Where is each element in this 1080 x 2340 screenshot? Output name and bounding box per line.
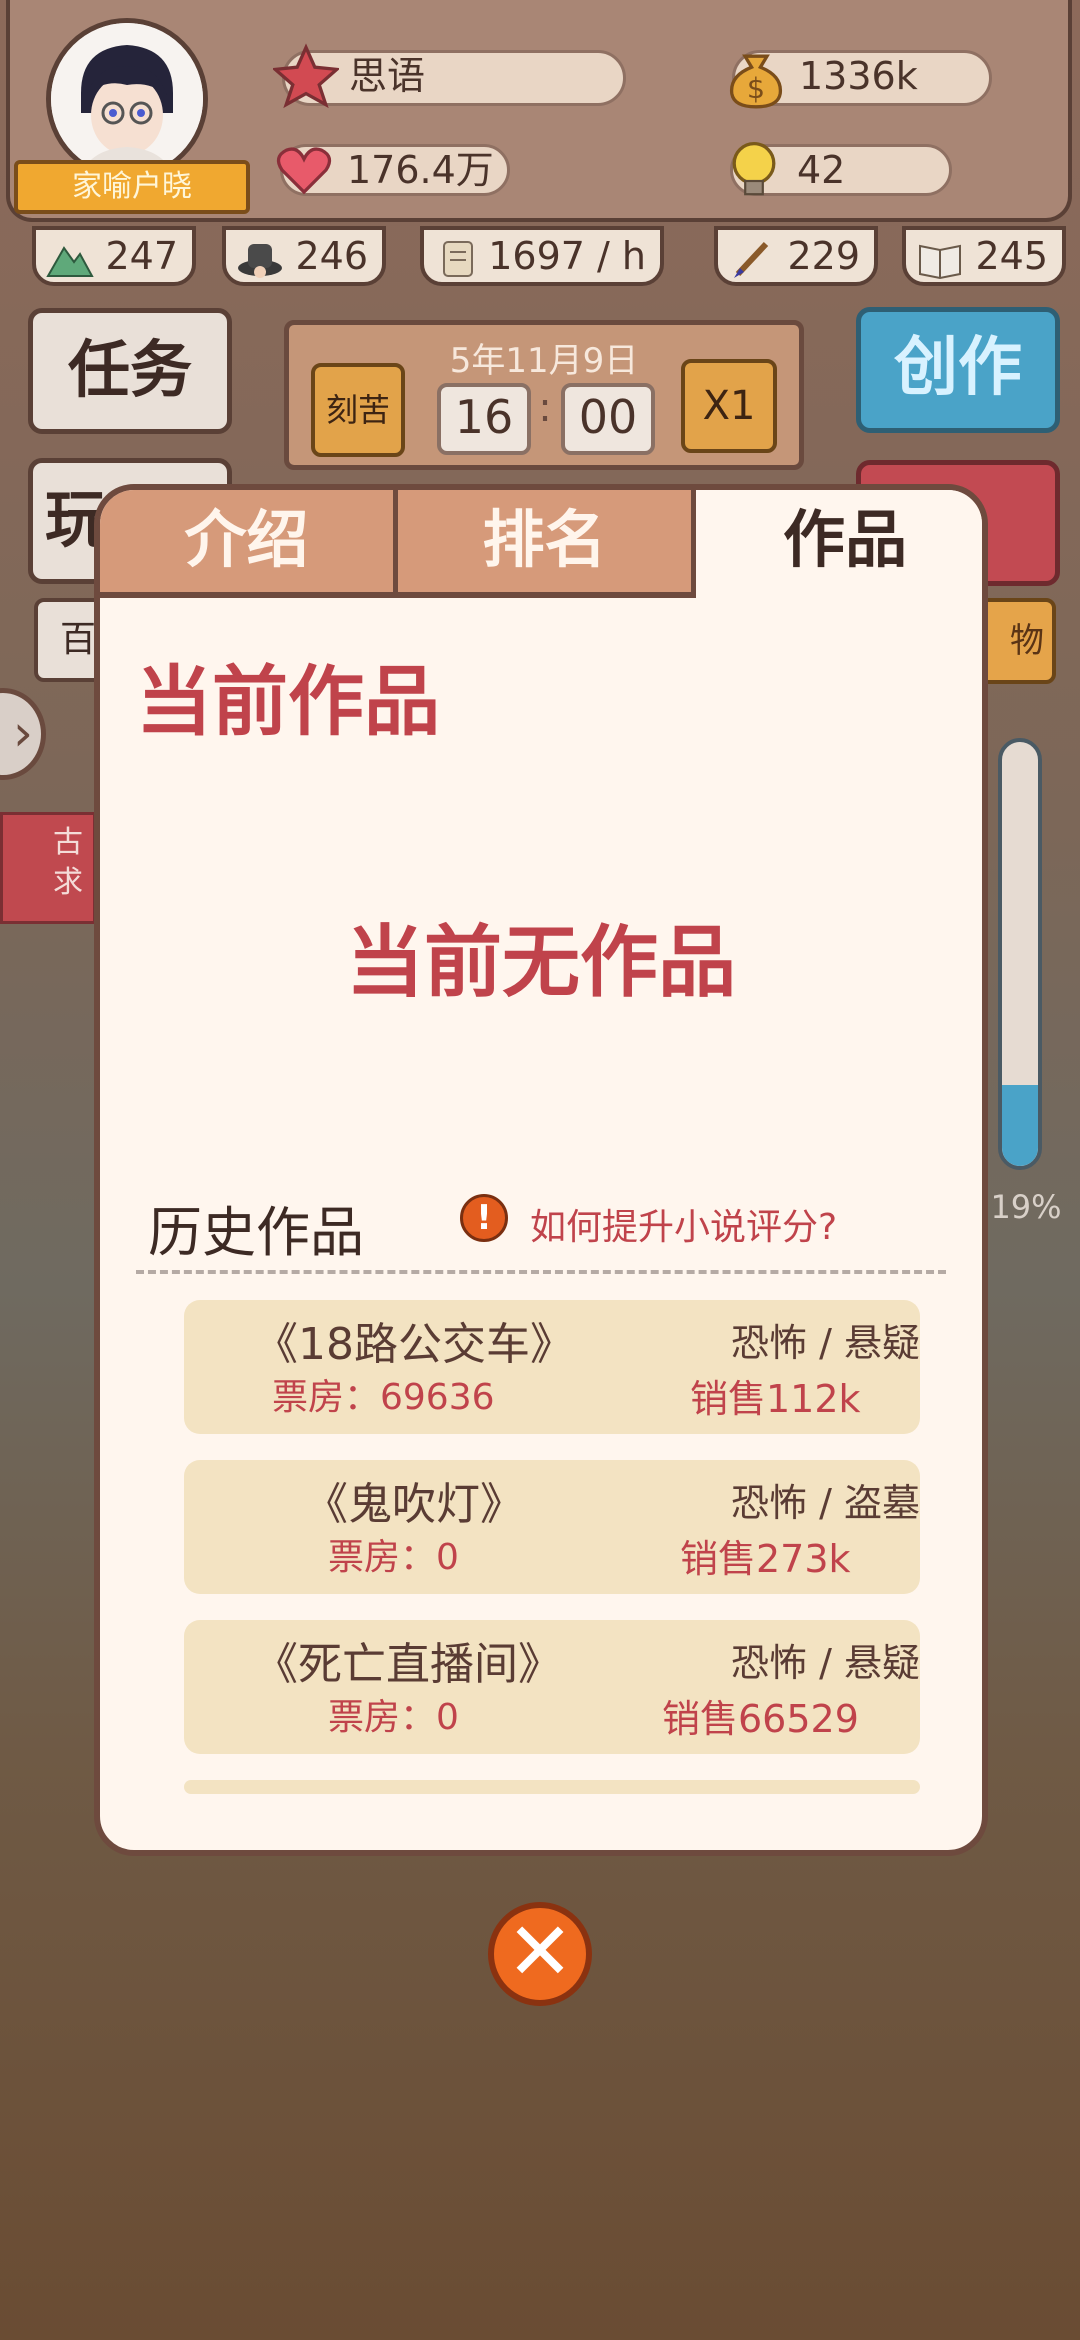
stat-value: 229	[787, 234, 860, 278]
money-pill: $ 1336k	[729, 50, 992, 109]
hearts-icon	[276, 147, 332, 195]
stat-hat: 246	[222, 226, 386, 286]
ideas-pill: 42	[730, 141, 952, 196]
create-button[interactable]: 创作	[856, 307, 1060, 433]
stat-scroll: 1697 / h	[420, 226, 664, 286]
history-work-card[interactable]: 《死亡直播间》 恐怖 / 悬疑 票房：0 销售66529	[184, 1620, 920, 1754]
work-title: 《18路公交车》	[254, 1319, 574, 1370]
player-title-banner: 家喻户晓	[14, 160, 250, 214]
chevron-right-icon: ›	[13, 704, 33, 762]
work-genre: 恐怖 / 盗墓	[731, 1481, 920, 1525]
close-button[interactable]: ✕	[488, 1902, 592, 2006]
history-work-card-partial	[184, 1780, 920, 1794]
minute-box: 00	[561, 383, 655, 455]
work-box-office: 票房：69636	[272, 1377, 495, 1418]
lightbulb-icon	[732, 141, 776, 196]
current-works-title: 当前作品	[136, 657, 440, 746]
rating-help-link[interactable]: ! 如何提升小说评分?	[460, 1194, 838, 1250]
player-avatar[interactable]	[46, 18, 208, 180]
scroll-icon	[443, 241, 473, 277]
stat-brush: 229	[714, 226, 878, 286]
star-icon	[273, 43, 339, 109]
stat-value: 247	[105, 234, 178, 278]
left-red-banner[interactable]: 古 求	[0, 812, 96, 924]
tab-ranking[interactable]: 排名	[398, 490, 696, 598]
works-dialog: 介绍 排名 作品 当前作品 当前无作品 历史作品 ! 如何提升小说评分? 《18…	[94, 484, 988, 1856]
stat-book: 245	[902, 226, 1066, 286]
stat-value: 245	[975, 234, 1048, 278]
work-title: 《死亡直播间》	[254, 1639, 562, 1690]
mountain-icon	[46, 246, 94, 277]
close-icon: ✕	[506, 1905, 574, 1998]
history-works-title: 历史作品	[148, 1201, 364, 1264]
hat-icon	[238, 244, 282, 278]
stat-mountain: 247	[32, 226, 196, 286]
expand-arrow-button[interactable]: ›	[0, 688, 46, 780]
player-name: 思语	[349, 54, 426, 98]
tab-works[interactable]: 作品	[696, 490, 982, 598]
history-work-card[interactable]: 《18路公交车》 恐怖 / 悬疑 票房：69636 销售112k	[184, 1300, 920, 1434]
money-bag-icon: $	[729, 54, 783, 109]
progress-fill	[1002, 1085, 1038, 1166]
stat-value: 1697 / h	[488, 234, 646, 278]
fans-pill: 176.4万	[276, 144, 510, 196]
work-box-office: 票房：0	[328, 1697, 459, 1738]
player-name-pill: 思语	[273, 43, 626, 109]
svg-text:$: $	[747, 71, 765, 105]
stat-value: 246	[295, 234, 368, 278]
fans-value: 176.4万	[347, 148, 494, 192]
brush-icon	[734, 241, 769, 278]
history-work-card[interactable]: 《鬼吹灯》 恐怖 / 盗墓 票房：0 销售273k	[184, 1460, 920, 1594]
avatar-portrait	[51, 23, 203, 175]
left-red-label: 古 求	[53, 825, 83, 900]
book-icon	[919, 244, 961, 280]
hour-box: 16	[437, 383, 531, 455]
work-title: 《鬼吹灯》	[304, 1479, 524, 1530]
work-hard-button[interactable]: 刻苦	[311, 363, 405, 457]
help-link-label: 如何提升小说评分?	[530, 1207, 838, 1248]
exclamation-icon: !	[460, 1194, 508, 1242]
no-current-work-message: 当前无作品	[345, 918, 736, 1008]
progress-label: 19%	[990, 1188, 1062, 1226]
calendar-panel: 5年11月9日 刻苦 16 : 00 X1	[284, 320, 804, 470]
money-value: 1336k	[799, 54, 918, 98]
work-sales: 销售112k	[690, 1377, 861, 1421]
work-genre: 恐怖 / 悬疑	[731, 1321, 920, 1365]
ideas-value: 42	[797, 148, 846, 192]
tab-intro[interactable]: 介绍	[100, 490, 398, 598]
work-genre: 恐怖 / 悬疑	[731, 1641, 920, 1685]
work-box-office: 票房：0	[328, 1537, 459, 1578]
divider	[136, 1270, 946, 1274]
work-sales: 销售66529	[662, 1697, 859, 1741]
time-separator: :	[538, 385, 552, 431]
tasks-button[interactable]: 任务	[28, 308, 232, 434]
work-sales: 销售273k	[680, 1537, 851, 1581]
progress-bar	[998, 738, 1042, 1170]
speed-button[interactable]: X1	[681, 359, 777, 453]
